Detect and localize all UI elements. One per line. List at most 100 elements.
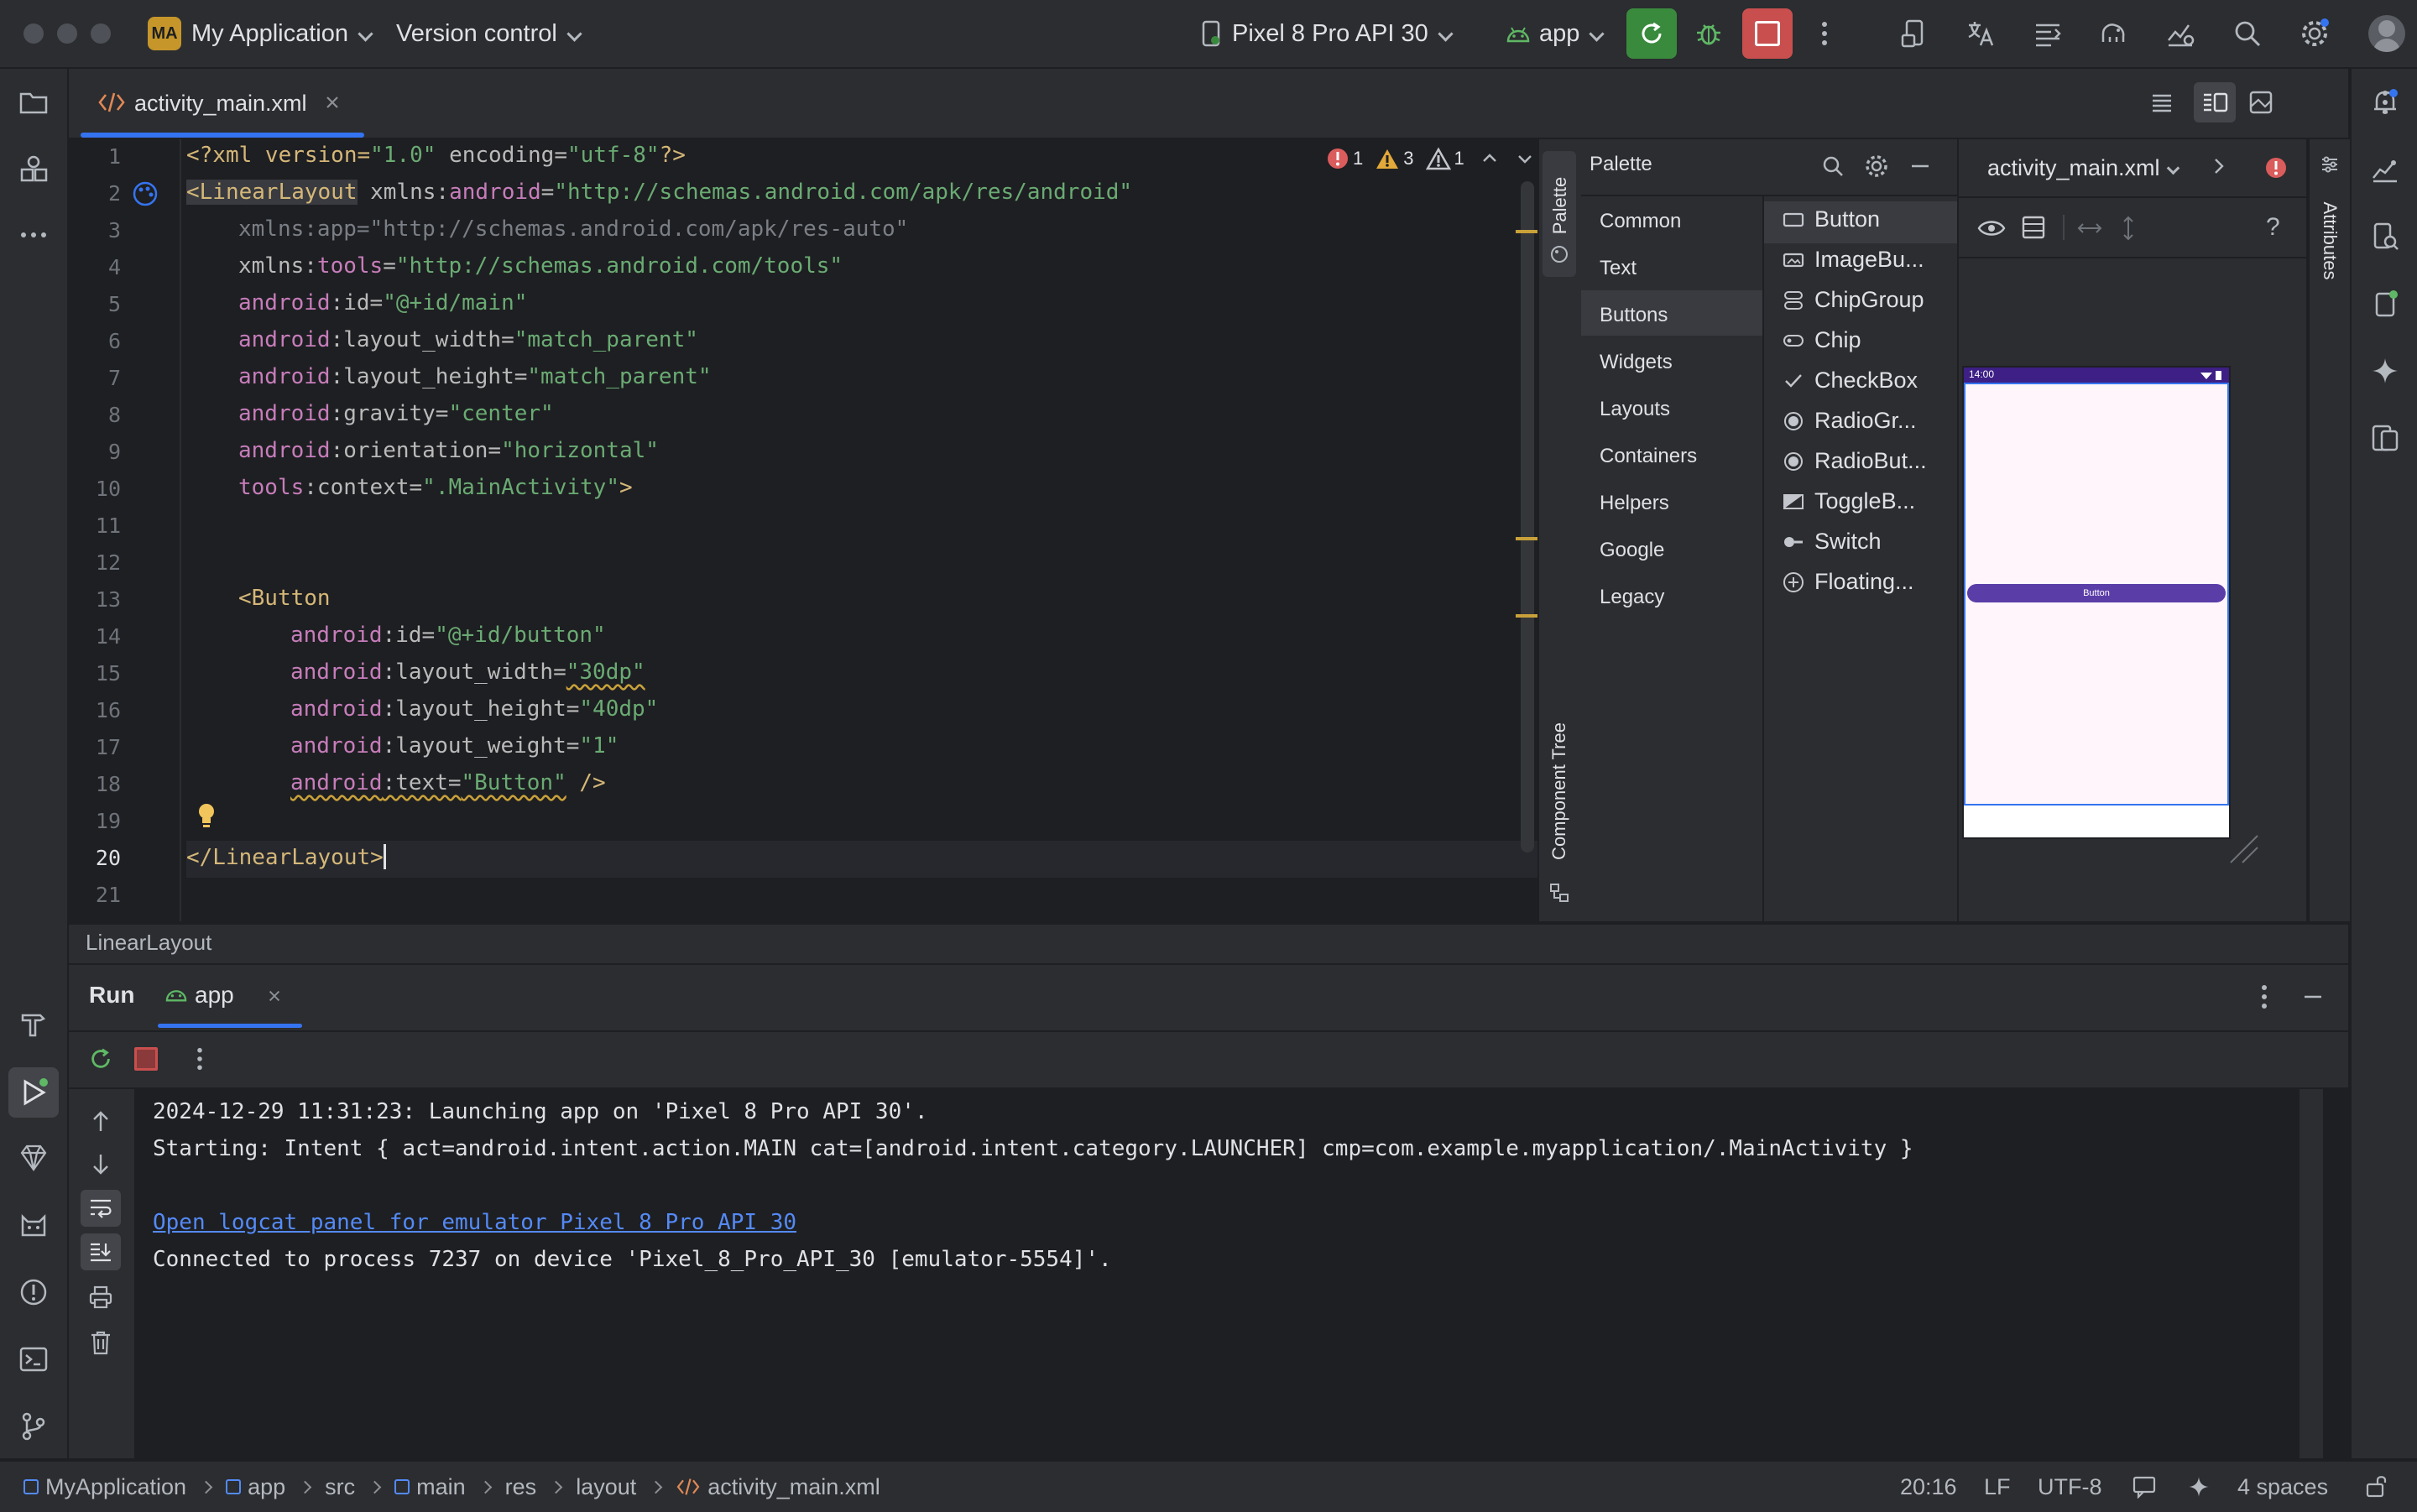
soft-wrap-button[interactable]: [81, 1190, 121, 1227]
palette-category[interactable]: Helpers: [1600, 492, 1669, 515]
blueprint-icon[interactable]: [2021, 215, 2046, 240]
editor-scrollbar[interactable]: [1521, 181, 1534, 852]
split-view-button[interactable]: [2194, 82, 2236, 123]
vcs-selector[interactable]: Version control: [396, 17, 582, 50]
palette-gutter-icon[interactable]: [131, 180, 159, 208]
scroll-down-button[interactable]: [84, 1148, 117, 1181]
palette-item-radiogroup[interactable]: RadioGr...: [1783, 408, 1917, 434]
vertical-resize-icon[interactable]: [2122, 215, 2135, 242]
run-console[interactable]: 2024-12-29 11:31:23: Launching app on 'P…: [134, 1089, 2323, 1458]
translations-button[interactable]: [1964, 17, 1997, 50]
attributes-side-tab[interactable]: Attributes: [2313, 149, 2347, 334]
cursor-position[interactable]: 20:16: [1900, 1472, 1957, 1502]
window-close-button[interactable]: [23, 23, 44, 44]
layout-file-selector[interactable]: activity_main.xml: [1987, 151, 2179, 185]
scroll-to-end-button[interactable]: [81, 1233, 121, 1270]
search-button[interactable]: [2231, 17, 2264, 50]
path-segment[interactable]: src: [325, 1474, 355, 1500]
print-button[interactable]: [84, 1280, 117, 1314]
stop-console-button[interactable]: [129, 1042, 163, 1076]
help-icon[interactable]: ?: [2266, 213, 2280, 242]
clear-console-button[interactable]: [84, 1326, 117, 1359]
palette-category[interactable]: Widgets: [1600, 351, 1673, 374]
warning-marker[interactable]: [1516, 537, 1537, 540]
editor-options-button[interactable]: [2368, 86, 2402, 119]
path-segment[interactable]: MyApplication: [45, 1474, 186, 1500]
palette-category[interactable]: Common: [1600, 210, 1681, 233]
tab-activity-main-xml[interactable]: activity_main.xml: [81, 69, 364, 138]
resize-handle-icon[interactable]: [2227, 832, 2261, 866]
run-tab-app[interactable]: app: [158, 975, 302, 1028]
path-segment[interactable]: app: [248, 1474, 285, 1500]
palette-item-button[interactable]: Button: [1783, 206, 1880, 232]
line-separator[interactable]: LF: [1984, 1472, 2011, 1502]
design-error-indicator[interactable]: [2264, 156, 2288, 180]
structure-button[interactable]: [2031, 17, 2065, 50]
phone-button[interactable]: Button: [1967, 584, 2226, 602]
gemini-button[interactable]: [2368, 354, 2402, 388]
running-devices-button[interactable]: [2368, 287, 2402, 321]
open-logcat-link[interactable]: Open logcat panel for emulator Pixel 8 P…: [153, 1210, 796, 1235]
breadcrumb-component[interactable]: LinearLayout: [86, 930, 211, 956]
path-segment[interactable]: res: [505, 1474, 537, 1500]
rerun-button[interactable]: [1626, 8, 1677, 59]
chevron-down-icon[interactable]: [1516, 150, 1533, 167]
lock-button[interactable]: [2365, 1473, 2388, 1499]
rerun-console-button[interactable]: [84, 1042, 117, 1076]
more-actions-button[interactable]: [1808, 17, 1841, 50]
scroll-up-button[interactable]: [84, 1104, 117, 1138]
project-tool-button[interactable]: [17, 86, 50, 119]
phone-preview[interactable]: 14:00 Button: [1962, 366, 2231, 839]
device-manager-button[interactable]: [1898, 17, 1932, 50]
code-view-button[interactable]: [2145, 86, 2179, 119]
gradle-sync-button[interactable]: [2096, 17, 2130, 50]
indent-setting[interactable]: 4 spaces: [2237, 1472, 2328, 1502]
terminal-button[interactable]: [17, 1343, 50, 1376]
lightbulb-icon[interactable]: [196, 802, 217, 831]
run-panel-minimize-button[interactable]: [2296, 980, 2330, 1014]
component-tree-side-tab[interactable]: Component Tree: [1543, 710, 1576, 911]
palette-category[interactable]: Google: [1600, 539, 1664, 562]
path-segment[interactable]: layout: [576, 1474, 636, 1500]
problems-button[interactable]: [17, 1275, 50, 1309]
close-tab-icon[interactable]: [324, 94, 341, 111]
run-config-selector[interactable]: app: [1506, 17, 1605, 50]
palette-item-chipgroup[interactable]: ChipGroup: [1783, 287, 1924, 313]
palette-item-togglebutton[interactable]: ToggleB...: [1783, 488, 1915, 514]
palette-category[interactable]: Text: [1600, 257, 1637, 280]
palette-item-checkbox[interactable]: CheckBox: [1783, 368, 1918, 394]
console-options-button[interactable]: [183, 1042, 217, 1076]
warning-marker[interactable]: [1516, 230, 1537, 233]
palette-category[interactable]: Containers: [1600, 445, 1697, 468]
run-panel-options-button[interactable]: [2247, 980, 2281, 1014]
palette-settings-button[interactable]: [1861, 151, 1892, 181]
palette-item-switch[interactable]: Switch: [1783, 529, 1882, 555]
code-editor[interactable]: 1 2 3 4 5 6 7 8 9 10 11 12 13 14 15 16 1…: [69, 139, 1537, 921]
design-more-chevron[interactable]: [2211, 156, 2227, 176]
path-segment[interactable]: main: [416, 1474, 466, 1500]
palette-category[interactable]: Buttons: [1600, 304, 1668, 327]
more-tools-button[interactable]: [17, 218, 50, 252]
console-scrollbar[interactable]: [2300, 1089, 2323, 1458]
app-quality-button[interactable]: [17, 1141, 50, 1175]
palette-minimize-button[interactable]: [1905, 151, 1935, 181]
path-segment[interactable]: activity_main.xml: [707, 1474, 880, 1500]
ai-assistant-button[interactable]: [2187, 1475, 2211, 1499]
window-zoom-button[interactable]: [91, 23, 111, 44]
chevron-up-icon[interactable]: [1481, 150, 1498, 167]
palette-item-radiobutton[interactable]: RadioBut...: [1783, 448, 1927, 474]
eye-icon[interactable]: [1977, 218, 2006, 238]
palette-item-floatingactionbutton[interactable]: Floating...: [1783, 569, 1914, 595]
stop-button[interactable]: [1742, 8, 1793, 59]
debug-button[interactable]: [1692, 17, 1725, 50]
palette-side-tab[interactable]: Palette: [1543, 151, 1576, 277]
close-tab-icon[interactable]: [267, 988, 282, 1004]
profiler-button[interactable]: [2164, 17, 2197, 50]
version-control-button[interactable]: [17, 1410, 50, 1443]
avatar[interactable]: [2368, 15, 2405, 52]
device-selector[interactable]: Pixel 8 Pro API 30: [1200, 17, 1454, 50]
device-explorer-button[interactable]: [2368, 220, 2402, 253]
readonly-toggle[interactable]: [2132, 1475, 2157, 1499]
gemini-studio-bot-button[interactable]: [2368, 153, 2402, 186]
emulator-button[interactable]: [2368, 421, 2402, 455]
